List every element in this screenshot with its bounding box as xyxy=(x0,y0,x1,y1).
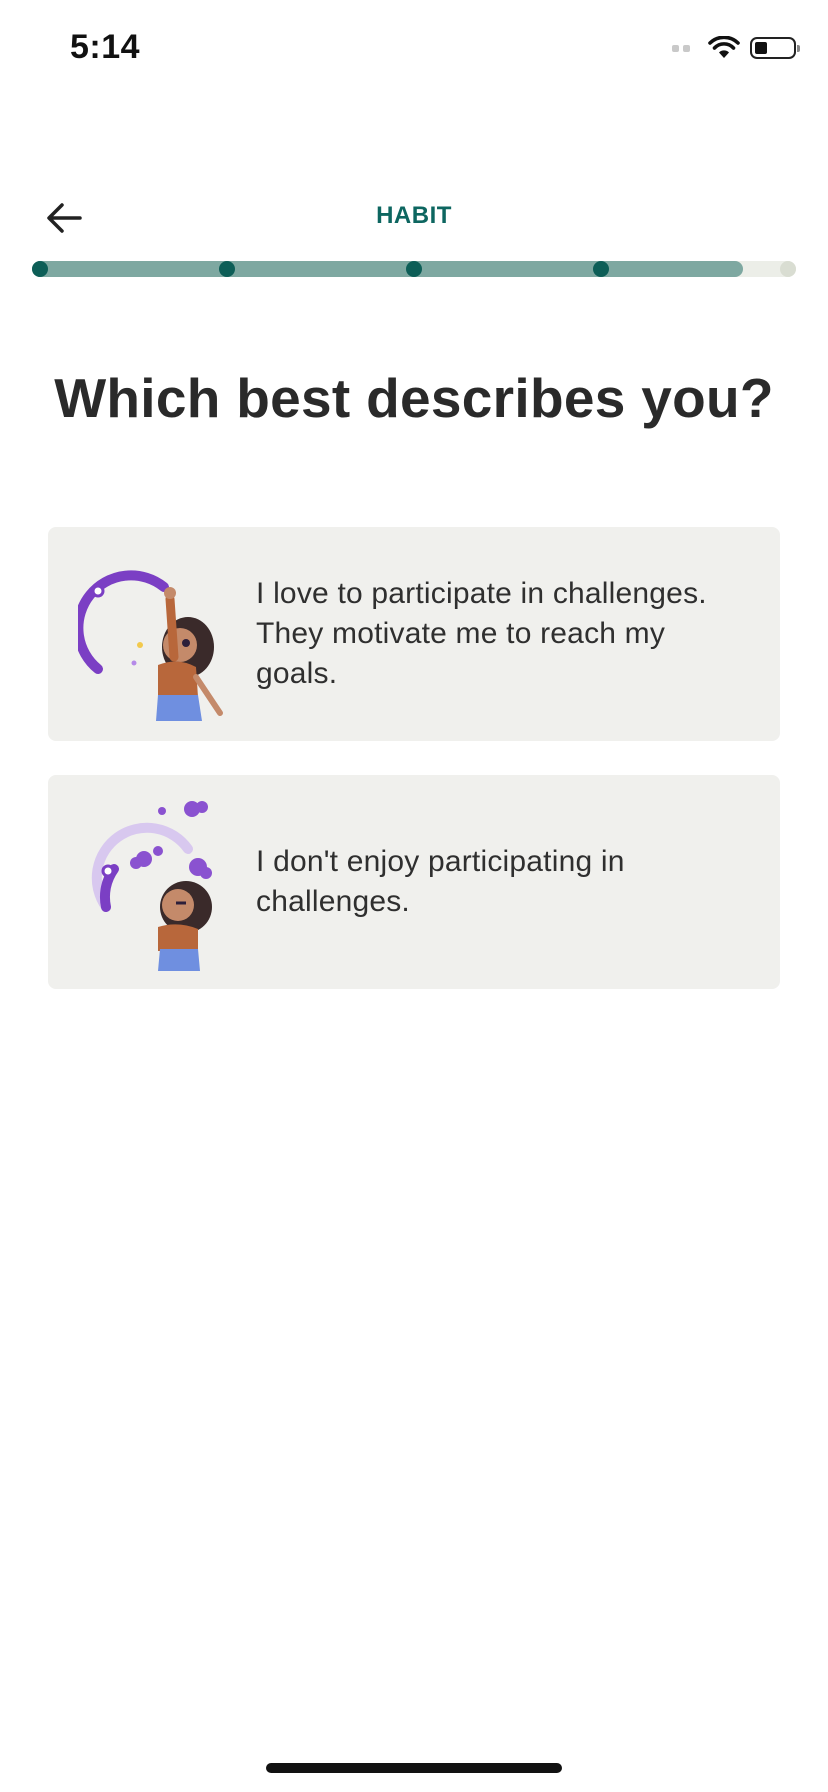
battery-icon xyxy=(750,37,800,59)
question-heading: Which best describes you? xyxy=(54,367,774,429)
page-title: HABIT xyxy=(376,202,452,229)
wifi-icon xyxy=(708,36,740,58)
option-card-love-challenges[interactable]: I love to participate in challenges. The… xyxy=(48,527,780,741)
option-text: I love to participate in challenges. The… xyxy=(256,577,707,690)
status-icons xyxy=(672,36,800,60)
progress-bar xyxy=(32,261,796,277)
cellular-signal-icon xyxy=(672,44,690,52)
progress-step-dot xyxy=(32,261,48,277)
woman-frustrated-illustration xyxy=(91,801,212,971)
progress-step-dot xyxy=(780,261,796,277)
progress-step-dot xyxy=(406,261,422,277)
progress-step-dot xyxy=(593,261,609,277)
progress-step-dot xyxy=(219,261,235,277)
status-bar: 5:14 xyxy=(0,0,828,100)
progress-fill xyxy=(32,261,743,277)
status-time: 5:14 xyxy=(70,28,141,66)
option-text: I don't enjoy participating in challenge… xyxy=(256,845,625,918)
option-card-dislike-challenges[interactable]: I don't enjoy participating in challenge… xyxy=(48,775,780,989)
woman-reaching-goal-illustration xyxy=(78,570,223,721)
home-indicator xyxy=(266,1763,562,1773)
